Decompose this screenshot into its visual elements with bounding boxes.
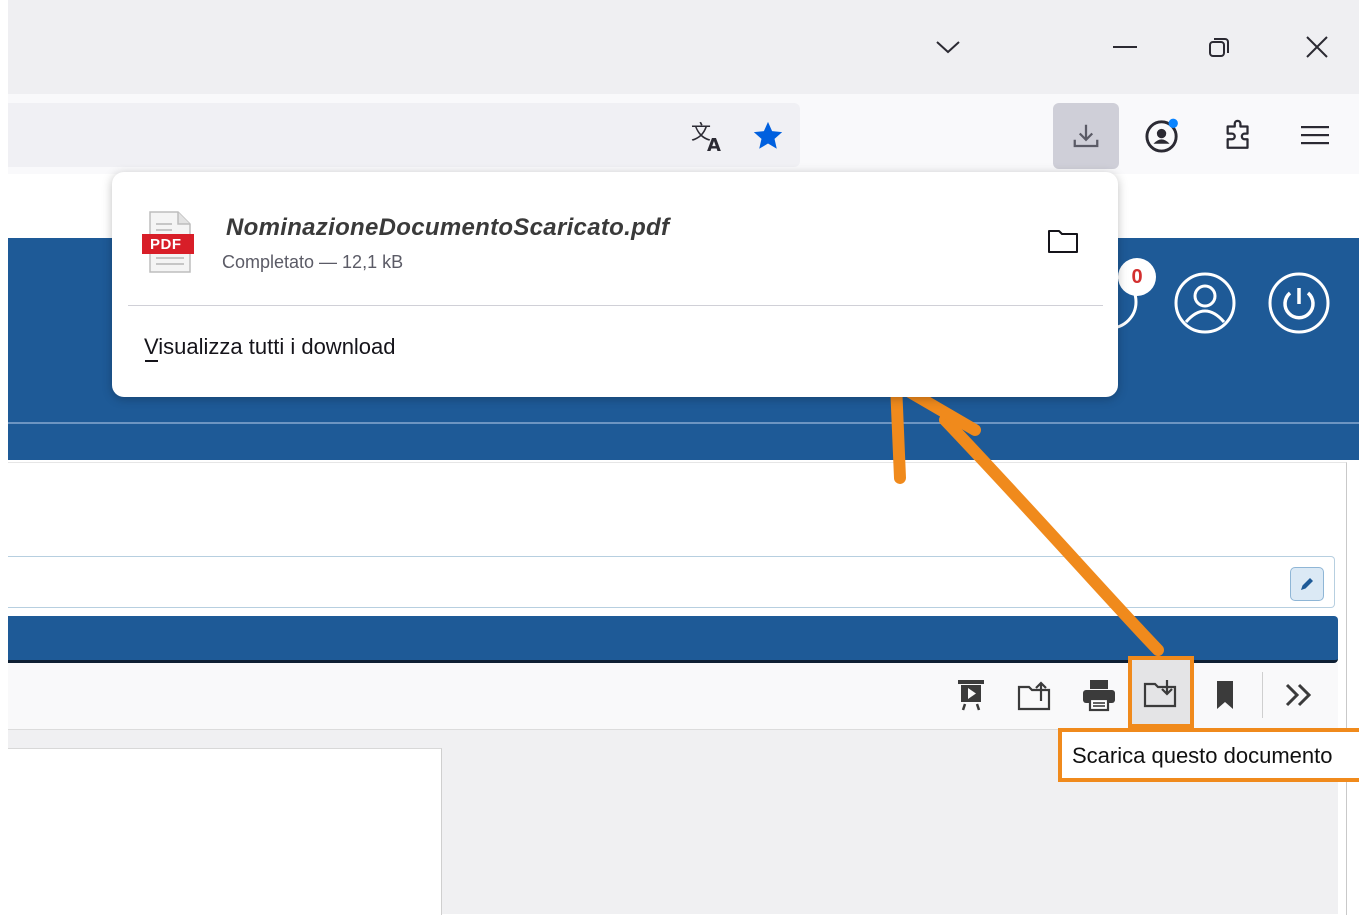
panel-divider <box>128 305 1103 306</box>
view-all-downloads-link[interactable]: Visualizza tutti i download <box>144 334 396 362</box>
show-in-folder-button[interactable] <box>1038 220 1088 262</box>
annotation-arrow <box>890 378 1164 656</box>
download-file-name: NominazioneDocumentoScaricato.pdf <box>226 214 670 241</box>
access-key-underline <box>145 360 158 362</box>
download-item[interactable]: PDF NominazioneDocumentoScaricato.pdf Co… <box>128 190 1102 298</box>
view-all-downloads-label: Visualizza tutti i download <box>144 334 396 359</box>
pdf-file-label: PDF <box>150 236 182 253</box>
folder-icon <box>1048 230 1078 253</box>
downloads-panel: PDF NominazioneDocumentoScaricato.pdf Co… <box>112 172 1118 397</box>
download-status: Completato — 12,1 kB <box>222 252 404 272</box>
